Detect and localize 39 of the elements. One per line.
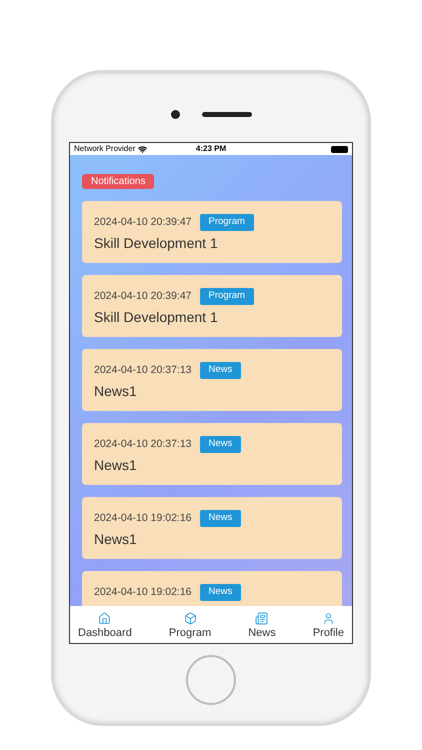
tab-bar-item[interactable]: News [248,610,276,639]
person-icon [322,612,335,625]
clock-time: 4:23 PM [196,143,226,155]
notification-card[interactable]: 2024-04-10 20:37:13 News News1 [82,349,342,411]
category-tag: News [200,436,242,453]
camera-icon [170,110,180,118]
notification-card[interactable]: 2024-04-10 20:37:13 News News1 [82,423,342,485]
notification-card[interactable]: 2024-04-10 20:39:47 Program Skill Development 1 [82,201,342,263]
speaker-icon [202,112,252,116]
notification-title: News1 [94,382,138,401]
notification-card[interactable]: 2024-04-10 20:39:47 Program Skill Development 1 [82,275,342,337]
notification-card[interactable]: 2024-04-10 19:02:16 News News1 [82,497,342,559]
category-tag: Program [200,214,254,231]
tab-bar-item[interactable]: Dashboard [78,610,132,639]
home-button[interactable] [186,655,236,705]
battery-icon [330,146,348,152]
carrier-label: Network Provider [74,143,136,155]
notification-title: Skill Development 1 [94,234,219,253]
notification-card[interactable]: 2024-04-10 19:02:16 News [82,571,342,606]
category-tag: News [200,584,242,601]
cube-icon [184,612,197,625]
wifi-icon [138,144,148,154]
newspaper-icon [255,612,268,625]
notification-title: Skill Development 1 [94,308,219,327]
notification-time: 2024-04-10 20:39:47 [94,214,192,230]
notification-time: 2024-04-10 19:02:16 [94,584,192,600]
home-icon [98,612,112,625]
category-tag: Program [200,288,254,305]
notification-time: 2024-04-10 20:37:13 [94,362,192,378]
notification-title: News1 [94,530,138,549]
notification-time: 2024-04-10 20:39:47 [94,288,192,304]
notifications-badge: Notifications [82,174,154,189]
notification-time: 2024-04-10 19:02:16 [94,510,192,526]
tab-bar-item[interactable]: Program [168,610,212,639]
notification-time: 2024-04-10 20:37:13 [94,436,192,452]
notification-title: News1 [94,456,138,475]
category-tag: News [200,362,242,379]
tab-bar-item[interactable]: Profile [312,610,344,639]
category-tag: News [200,510,242,527]
